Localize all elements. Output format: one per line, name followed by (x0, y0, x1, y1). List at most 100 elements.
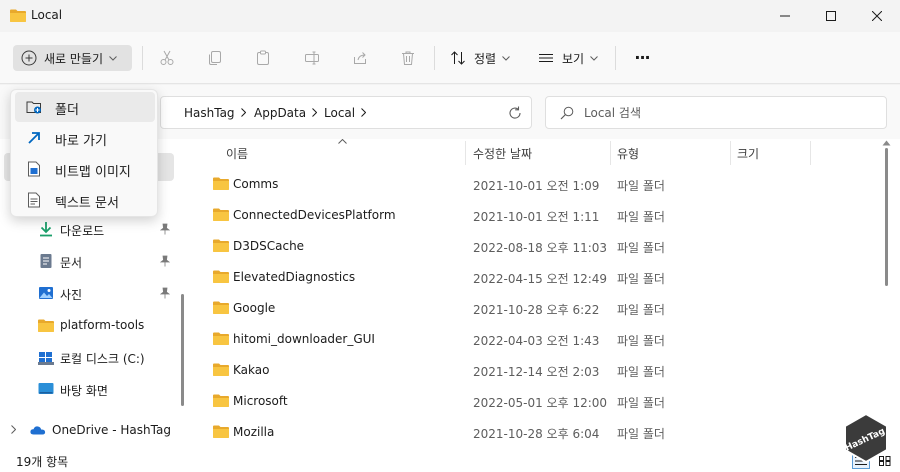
column-divider[interactable] (465, 141, 466, 165)
nav-item-pictures[interactable]: 사진 (0, 279, 176, 307)
chevron-right-icon[interactable] (11, 425, 16, 434)
maximize-button[interactable] (808, 0, 854, 32)
status-bar: 19개 항목 (0, 450, 900, 472)
file-type: 파일 폴더 (617, 272, 665, 286)
maximize-icon (826, 11, 836, 21)
new-item-menu: 폴더 바로 가기 비트맵 이미지 텍스트 문서 (10, 89, 158, 217)
window-title: Local (31, 8, 63, 22)
new-button[interactable]: 새로 만들기 (13, 45, 132, 71)
breadcrumb-local[interactable]: Local (324, 106, 355, 120)
column-divider[interactable] (810, 141, 811, 165)
file-name: ElevatedDiagnostics (233, 270, 356, 284)
delete-button[interactable] (398, 48, 418, 68)
table-row[interactable]: Google 2021-10-28 오후 6:22 파일 폴더 (204, 294, 884, 325)
chevron-right-icon (361, 108, 366, 117)
folder-icon (213, 208, 229, 221)
file-date: 2021-12-14 오전 2:03 (473, 365, 600, 379)
minimize-button[interactable] (762, 0, 808, 32)
search-input[interactable] (584, 104, 864, 122)
table-row[interactable]: ConnectedDevicesPlatform 2021-10-01 오전 1… (204, 201, 884, 232)
file-date: 2022-04-03 오전 1:43 (473, 334, 600, 348)
sort-button[interactable]: 정렬 (450, 47, 510, 69)
nav-item-documents[interactable]: 문서 (0, 247, 176, 275)
refresh-icon[interactable] (507, 105, 523, 121)
column-header-size[interactable]: 크기 (737, 145, 759, 162)
folder-icon (213, 177, 229, 190)
pin-icon (160, 255, 170, 267)
file-type: 파일 폴더 (617, 241, 665, 255)
file-type: 파일 폴더 (617, 365, 665, 379)
cut-button[interactable] (157, 48, 177, 68)
nav-scrollbar[interactable] (181, 294, 184, 406)
menu-item-label: 텍스트 문서 (55, 196, 119, 211)
nav-item-local-disk[interactable]: 로컬 디스크 (C:) (0, 343, 176, 371)
table-row[interactable]: Microsoft 2022-05-01 오후 12:00 파일 폴더 (204, 387, 884, 418)
folder-icon (38, 319, 54, 332)
table-row[interactable]: Comms 2021-10-01 오전 1:09 파일 폴더 (204, 170, 884, 201)
column-header-date[interactable]: 수정한 날짜 (473, 145, 532, 162)
nav-item-onedrive[interactable]: OneDrive - HashTag (0, 416, 176, 444)
more-options-button[interactable]: ··· (630, 48, 654, 68)
menu-item-new-shortcut[interactable]: 바로 가기 (15, 123, 155, 153)
nav-item-downloads[interactable]: 다운로드 (0, 215, 176, 243)
menu-item-new-bitmap[interactable]: 비트맵 이미지 (15, 154, 155, 184)
item-count: 19개 항목 (16, 455, 69, 469)
table-row[interactable]: Kakao 2021-12-14 오전 2:03 파일 폴더 (204, 356, 884, 387)
menu-item-label: 비트맵 이미지 (55, 165, 131, 180)
menu-item-new-folder[interactable]: 폴더 (15, 92, 155, 122)
table-row[interactable]: Mozilla 2021-10-28 오후 6:04 파일 폴더 (204, 418, 884, 449)
folder-icon (213, 363, 229, 376)
file-name: hitomi_downloader_GUI (233, 332, 375, 346)
address-bar[interactable]: HashTag AppData Local (160, 96, 532, 129)
share-button[interactable] (350, 48, 370, 68)
close-button[interactable] (854, 0, 900, 32)
file-date: 2022-08-18 오후 11:03 (473, 241, 608, 255)
desktop-icon (38, 383, 54, 394)
scroll-up-icon[interactable] (882, 140, 891, 146)
menu-item-new-text-document[interactable]: 텍스트 문서 (15, 185, 155, 215)
nav-item-label: 사진 (60, 288, 83, 302)
file-type: 파일 폴더 (617, 427, 665, 441)
file-name: Comms (233, 177, 279, 191)
file-list-scrollbar[interactable] (885, 148, 888, 286)
nav-item-label: platform-tools (60, 318, 145, 332)
column-header-name[interactable]: 이름 (226, 145, 248, 162)
copy-button[interactable] (205, 48, 225, 68)
plus-circle-icon (21, 50, 37, 66)
new-button-label: 새로 만들기 (44, 51, 104, 66)
table-row[interactable]: hitomi_downloader_GUI 2022-04-03 오전 1:43… (204, 325, 884, 356)
nav-item-platform-tools[interactable]: platform-tools (0, 311, 176, 339)
file-date: 2021-10-28 오후 6:22 (473, 303, 600, 317)
search-box[interactable] (545, 96, 887, 129)
menu-item-label: 바로 가기 (55, 134, 107, 149)
chevron-right-icon (312, 108, 317, 117)
nav-item-desktop[interactable]: 바탕 화면 (0, 375, 176, 403)
nav-item-label: 문서 (60, 256, 83, 270)
folder-icon (213, 394, 229, 407)
column-divider[interactable] (610, 141, 611, 165)
documents-icon (40, 254, 52, 268)
table-row[interactable]: ElevatedDiagnostics 2022-04-15 오전 12:49 … (204, 263, 884, 294)
paste-button[interactable] (253, 48, 273, 68)
bitmap-image-icon (28, 161, 40, 177)
nav-item-label: 다운로드 (60, 224, 105, 238)
file-type: 파일 폴더 (617, 334, 665, 348)
toolbar-divider (434, 46, 435, 70)
file-date: 2021-10-28 오후 6:04 (473, 427, 600, 441)
hashtag-watermark-logo: HashTag (842, 412, 890, 464)
file-name: Mozilla (233, 425, 275, 439)
file-name: Microsoft (233, 394, 288, 408)
sort-ascending-icon (338, 139, 347, 144)
sort-arrows-icon (451, 51, 465, 65)
new-folder-icon (26, 101, 41, 114)
minimize-icon (780, 15, 790, 17)
column-header-type[interactable]: 유형 (617, 145, 639, 162)
breadcrumb-appdata[interactable]: AppData (254, 106, 306, 120)
breadcrumb-hashtag[interactable]: HashTag (184, 106, 235, 120)
column-divider[interactable] (730, 141, 731, 165)
text-document-icon (28, 192, 40, 208)
rename-button[interactable] (302, 48, 322, 68)
view-button[interactable]: 보기 (538, 47, 598, 69)
rename-icon (305, 51, 319, 65)
table-row[interactable]: D3DSCache 2022-08-18 오후 11:03 파일 폴더 (204, 232, 884, 263)
